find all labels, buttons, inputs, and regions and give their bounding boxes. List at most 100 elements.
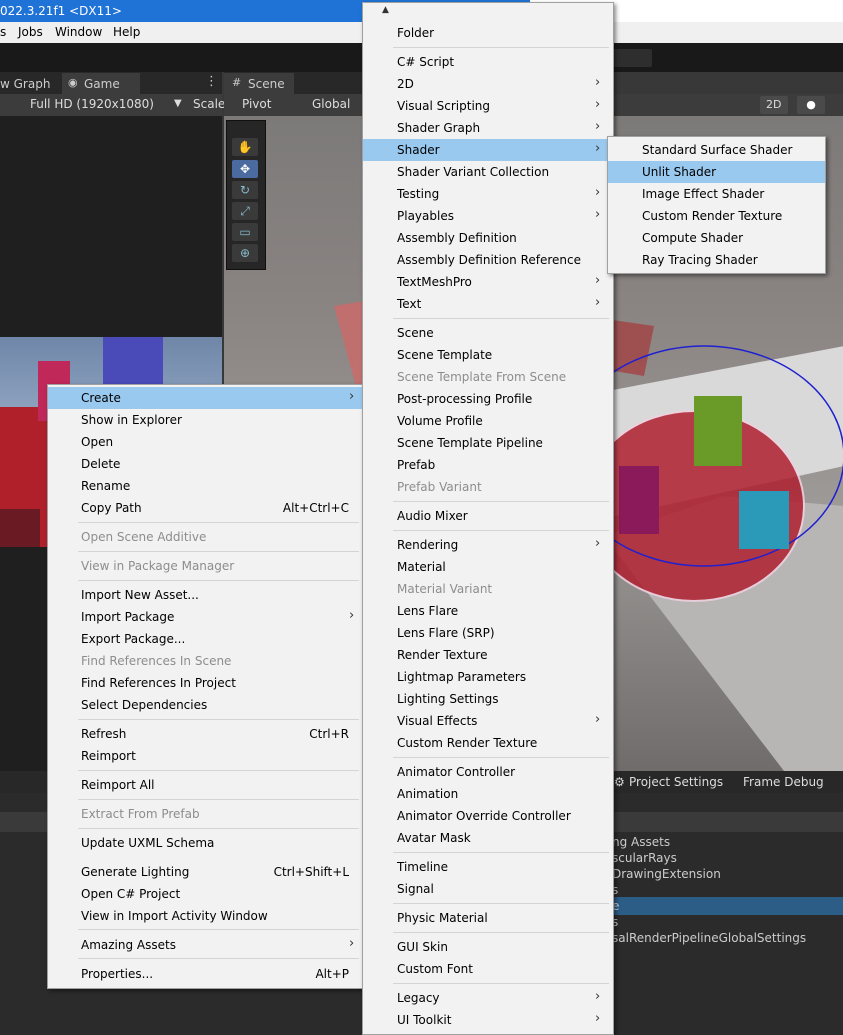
resolution-dropdown[interactable]: Full HD (1920x1080) xyxy=(30,97,154,111)
shader-item-standard-surface-shader[interactable]: Standard Surface Shader xyxy=(608,139,825,161)
create-item-animator-controller[interactable]: Animator Controller xyxy=(363,761,613,783)
create-item-textmeshpro[interactable]: TextMeshPro › xyxy=(363,271,613,293)
create-item-scene-template-pipeline[interactable]: Scene Template Pipeline xyxy=(363,432,613,454)
create-item-ui-toolkit[interactable]: UI Toolkit › xyxy=(363,1009,613,1031)
create-item-shader-variant-collection[interactable]: Shader Variant Collection xyxy=(363,161,613,183)
lighting-toggle-icon[interactable]: ● xyxy=(797,96,825,114)
project-list-item[interactable]: salRenderPipelineGlobalSettings xyxy=(612,931,806,945)
create-item-physic-material[interactable]: Physic Material xyxy=(363,907,613,929)
ctx-item-import-new-asset[interactable]: Import New Asset... xyxy=(48,584,363,606)
create-item-animation[interactable]: Animation xyxy=(363,783,613,805)
ctx-item-import-package[interactable]: Import Package › xyxy=(48,606,363,628)
menu-item-jobs[interactable]: Jobs xyxy=(18,25,43,39)
ctx-item-update-uxml-schema[interactable]: Update UXML Schema xyxy=(48,832,363,854)
tab-scene[interactable]: # Scene xyxy=(224,73,294,94)
ctx-item-find-references-in-scene: Find References In Scene xyxy=(48,650,363,672)
shader-item-custom-render-texture[interactable]: Custom Render Texture xyxy=(608,205,825,227)
project-list-item[interactable]: ng Assets xyxy=(612,835,670,849)
create-item-rendering[interactable]: Rendering › xyxy=(363,534,613,556)
ctx-item-amazing-assets[interactable]: Amazing Assets › xyxy=(48,934,363,956)
create-item-visual-scripting[interactable]: Visual Scripting › xyxy=(363,95,613,117)
ctx-item-reimport-all[interactable]: Reimport All xyxy=(48,774,363,796)
create-item-audio-mixer[interactable]: Audio Mixer xyxy=(363,505,613,527)
hand-tool-icon[interactable]: ✋ xyxy=(232,138,258,156)
create-item-assembly-definition[interactable]: Assembly Definition xyxy=(363,227,613,249)
create-item-gui-skin[interactable]: GUI Skin xyxy=(363,936,613,958)
ctx-item-properties[interactable]: Properties... Alt+P xyxy=(48,963,363,985)
create-item-label: Post-processing Profile xyxy=(397,392,533,406)
create-item-assembly-definition-reference[interactable]: Assembly Definition Reference xyxy=(363,249,613,271)
ctx-item-create[interactable]: Create › xyxy=(48,387,363,409)
create-item-signal[interactable]: Signal xyxy=(363,878,613,900)
tab-frame-debug[interactable]: Frame Debug xyxy=(743,775,824,789)
ctx-item-view-in-package-manager: View in Package Manager xyxy=(48,555,363,577)
menu-item-window[interactable]: Window xyxy=(55,25,102,39)
menu-separator xyxy=(393,318,609,319)
create-item-lightmap-parameters[interactable]: Lightmap Parameters xyxy=(363,666,613,688)
create-item-prefab[interactable]: Prefab xyxy=(363,454,613,476)
tab-game[interactable]: ◉ Game xyxy=(62,73,140,94)
ctx-item-generate-lighting[interactable]: Generate Lighting Ctrl+Shift+L xyxy=(48,861,363,883)
create-item-scene[interactable]: Scene xyxy=(363,322,613,344)
toolbar-button[interactable] xyxy=(612,49,652,67)
ctx-item-rename[interactable]: Rename xyxy=(48,475,363,497)
game-controls: Full HD (1920x1080) ▼ Scale xyxy=(0,94,225,116)
create-item-c-script[interactable]: C# Script xyxy=(363,51,613,73)
create-item-custom-font[interactable]: Custom Font xyxy=(363,958,613,980)
create-item-shader-graph[interactable]: Shader Graph › xyxy=(363,117,613,139)
shader-item-compute-shader[interactable]: Compute Shader xyxy=(608,227,825,249)
ctx-item-label: Extract From Prefab xyxy=(81,807,200,821)
transform-tool-icon[interactable]: ⊕ xyxy=(232,244,258,262)
pivot-dropdown[interactable]: Pivot xyxy=(242,97,271,111)
create-item-scene-template[interactable]: Scene Template xyxy=(363,344,613,366)
create-item-visual-effects[interactable]: Visual Effects › xyxy=(363,710,613,732)
ctx-item-find-references-in-project[interactable]: Find References In Project xyxy=(48,672,363,694)
rect-tool-icon[interactable]: ▭ xyxy=(232,223,258,241)
menu-item-partial[interactable]: s xyxy=(0,25,6,39)
create-item-timeline[interactable]: Timeline xyxy=(363,856,613,878)
tab-project-settings[interactable]: Project Settings xyxy=(629,775,723,789)
create-item-render-texture[interactable]: Render Texture xyxy=(363,644,613,666)
menu-item-help[interactable]: Help xyxy=(113,25,140,39)
global-toggle[interactable]: Global xyxy=(312,97,350,111)
ctx-item-show-in-explorer[interactable]: Show in Explorer xyxy=(48,409,363,431)
create-item-post-processing-profile[interactable]: Post-processing Profile xyxy=(363,388,613,410)
create-item-lens-flare[interactable]: Lens Flare xyxy=(363,600,613,622)
create-item-animator-override-controller[interactable]: Animator Override Controller xyxy=(363,805,613,827)
create-item-testing[interactable]: Testing › xyxy=(363,183,613,205)
chevron-right-icon: › xyxy=(595,207,601,222)
ctx-item-open-c-project[interactable]: Open C# Project xyxy=(48,883,363,905)
project-list-item[interactable]: scularRays xyxy=(612,851,677,865)
project-list-item[interactable]: DrawingExtension xyxy=(612,867,721,881)
ctx-item-copy-path[interactable]: Copy Path Alt+Ctrl+C xyxy=(48,497,363,519)
create-item-playables[interactable]: Playables › xyxy=(363,205,613,227)
mode-2d-button[interactable]: 2D xyxy=(760,96,788,114)
create-item-avatar-mask[interactable]: Avatar Mask xyxy=(363,827,613,849)
create-item-lighting-settings[interactable]: Lighting Settings xyxy=(363,688,613,710)
create-item-folder[interactable]: Folder xyxy=(363,22,613,44)
kebab-menu-icon[interactable]: ⋮ xyxy=(205,74,218,89)
shader-item-ray-tracing-shader[interactable]: Ray Tracing Shader xyxy=(608,249,825,271)
ctx-item-reimport[interactable]: Reimport xyxy=(48,745,363,767)
ctx-item-view-in-import-activity-window[interactable]: View in Import Activity Window xyxy=(48,905,363,927)
scroll-up-arrow-icon[interactable]: ▲ xyxy=(382,5,389,15)
create-item-material[interactable]: Material xyxy=(363,556,613,578)
create-item-lens-flare-srp[interactable]: Lens Flare (SRP) xyxy=(363,622,613,644)
create-item-custom-render-texture[interactable]: Custom Render Texture xyxy=(363,732,613,754)
ctx-item-open[interactable]: Open xyxy=(48,431,363,453)
move-tool-icon[interactable]: ✥ xyxy=(232,160,258,178)
ctx-item-export-package[interactable]: Export Package... xyxy=(48,628,363,650)
ctx-item-delete[interactable]: Delete xyxy=(48,453,363,475)
shader-item-image-effect-shader[interactable]: Image Effect Shader xyxy=(608,183,825,205)
ctx-item-select-dependencies[interactable]: Select Dependencies xyxy=(48,694,363,716)
shader-item-unlit-shader[interactable]: Unlit Shader xyxy=(608,161,825,183)
scale-tool-icon[interactable]: ⤢ xyxy=(232,202,258,220)
create-item-shader[interactable]: Shader › xyxy=(363,139,613,161)
create-item-text[interactable]: Text › xyxy=(363,293,613,315)
create-item-volume-profile[interactable]: Volume Profile xyxy=(363,410,613,432)
tab-graph[interactable]: w Graph xyxy=(0,73,60,94)
rotate-tool-icon[interactable]: ↻ xyxy=(232,181,258,199)
ctx-item-refresh[interactable]: Refresh Ctrl+R xyxy=(48,723,363,745)
create-item-legacy[interactable]: Legacy › xyxy=(363,987,613,1009)
create-item-2d[interactable]: 2D › xyxy=(363,73,613,95)
